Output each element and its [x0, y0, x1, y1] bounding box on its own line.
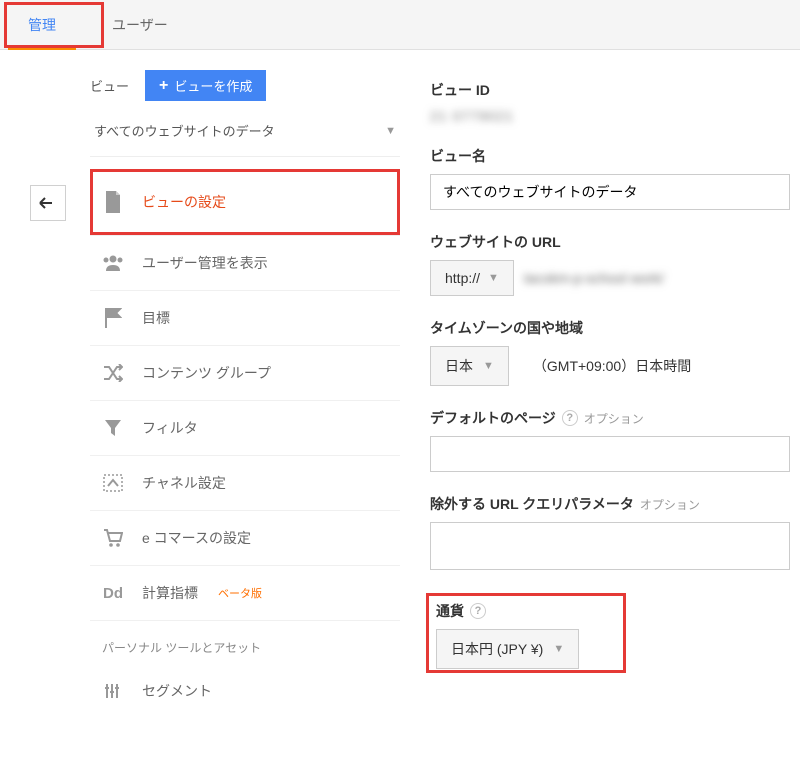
nav-label: 計算指標 [142, 583, 198, 603]
url-value: tacokm-p-school work/ [524, 270, 664, 286]
nav-item-channel[interactable]: チャネル設定 [90, 456, 400, 511]
nav-label: コンテンツ グループ [142, 363, 271, 383]
right-column: ビュー ID 21 0779021 ビュー名 ウェブサイトの URL http:… [400, 70, 800, 718]
document-icon [102, 191, 124, 213]
nav-item-segments[interactable]: セグメント [90, 664, 400, 718]
tab-bar: 管理 ユーザー [0, 0, 800, 50]
protocol-select[interactable]: http:// ▼ [430, 260, 514, 296]
nav-item-content-groups[interactable]: コンテンツ グループ [90, 346, 400, 401]
url-label: ウェブサイトの URL [430, 232, 790, 252]
nav-item-ecommerce[interactable]: e コマースの設定 [90, 511, 400, 566]
segment-icon [102, 680, 124, 702]
field-url: ウェブサイトの URL http:// ▼ tacokm-p-school wo… [430, 232, 790, 296]
channel-icon [102, 472, 124, 494]
tz-country-value: 日本 [445, 356, 473, 376]
exclude-url-input[interactable] [430, 522, 790, 570]
view-select-label: すべてのウェブサイトのデータ [94, 121, 275, 140]
nav-list: ビューの設定 ユーザー管理を表示 目標 コンテンツ グループ [90, 169, 400, 621]
optional-label: オプション [640, 496, 700, 513]
optional-label: オプション [584, 410, 644, 427]
nav-label: e コマースの設定 [142, 528, 251, 548]
create-btn-label: ビューを作成 [174, 76, 252, 95]
field-currency: 通貨 ? 日本円 (JPY ¥) ▼ [430, 595, 589, 679]
help-icon[interactable]: ? [562, 410, 578, 426]
nav-label: セグメント [142, 681, 212, 701]
field-view-id: ビュー ID 21 0779021 [430, 80, 790, 124]
view-name-label: ビュー名 [430, 146, 790, 166]
view-header: ビュー + ビューを作成 [90, 70, 400, 101]
shuffle-icon [102, 362, 124, 384]
tab-label: ユーザー [112, 15, 168, 35]
tz-country-select[interactable]: 日本 ▼ [430, 346, 509, 386]
tab-label: 管理 [28, 15, 56, 35]
nav-label: 目標 [142, 308, 170, 328]
content-area: ビュー + ビューを作成 すべてのウェブサイトのデータ ▼ ビューの設定 [0, 50, 800, 718]
tz-display: （GMT+09:00）日本時間 [533, 356, 691, 376]
view-id-value: 21 0779021 [430, 108, 790, 124]
flag-icon [102, 307, 124, 329]
nav-label: フィルタ [142, 418, 198, 438]
nav-item-calc[interactable]: Dd 計算指標 ベータ版 [90, 566, 400, 621]
currency-value: 日本円 (JPY ¥) [451, 639, 543, 659]
nav-list-2: セグメント [90, 664, 400, 718]
tab-user[interactable]: ユーザー [84, 0, 196, 50]
plus-icon: + [159, 77, 168, 95]
left-column: ビュー + ビューを作成 すべてのウェブサイトのデータ ▼ ビューの設定 [0, 70, 400, 718]
funnel-icon [102, 417, 124, 439]
nav-label: ユーザー管理を表示 [142, 253, 268, 273]
protocol-value: http:// [445, 270, 480, 286]
nav-label: チャネル設定 [142, 473, 226, 493]
field-view-name: ビュー名 [430, 146, 790, 210]
view-label: ビュー [90, 76, 129, 95]
view-selector[interactable]: すべてのウェブサイトのデータ ▼ [90, 113, 400, 157]
beta-badge: ベータ版 [218, 585, 262, 601]
currency-label: 通貨 ? [436, 601, 579, 621]
chevron-down-icon: ▼ [488, 272, 499, 284]
chevron-down-icon: ▼ [385, 125, 396, 137]
nav-item-settings[interactable]: ビューの設定 [90, 169, 400, 236]
nav-label: ビューの設定 [142, 192, 226, 212]
field-exclude-url: 除外する URL クエリパラメータ オプション [430, 494, 790, 573]
field-timezone: タイムゾーンの国や地域 日本 ▼ （GMT+09:00）日本時間 [430, 318, 790, 386]
chevron-down-icon: ▼ [553, 643, 564, 655]
section-personal-title: パーソナル ツールとアセット [90, 621, 400, 664]
exclude-url-label: 除外する URL クエリパラメータ オプション [430, 494, 790, 514]
view-id-label: ビュー ID [430, 80, 790, 100]
users-icon [102, 252, 124, 274]
tab-admin[interactable]: 管理 [0, 0, 84, 50]
dd-icon: Dd [102, 582, 124, 604]
highlight-box [90, 169, 400, 235]
default-page-input[interactable] [430, 436, 790, 472]
help-icon[interactable]: ? [470, 603, 486, 619]
tz-label: タイムゾーンの国や地域 [430, 318, 790, 338]
back-button[interactable] [30, 185, 66, 221]
create-view-button[interactable]: + ビューを作成 [145, 70, 266, 101]
field-default-page: デフォルトのページ ? オプション [430, 408, 790, 472]
currency-select[interactable]: 日本円 (JPY ¥) ▼ [436, 629, 579, 669]
nav-item-filters[interactable]: フィルタ [90, 401, 400, 456]
chevron-down-icon: ▼ [483, 360, 494, 372]
default-page-label: デフォルトのページ ? オプション [430, 408, 790, 428]
cart-icon [102, 527, 124, 549]
nav-item-users[interactable]: ユーザー管理を表示 [90, 236, 400, 291]
view-name-input[interactable] [430, 174, 790, 210]
nav-item-goals[interactable]: 目標 [90, 291, 400, 346]
back-arrow-icon [38, 195, 58, 211]
